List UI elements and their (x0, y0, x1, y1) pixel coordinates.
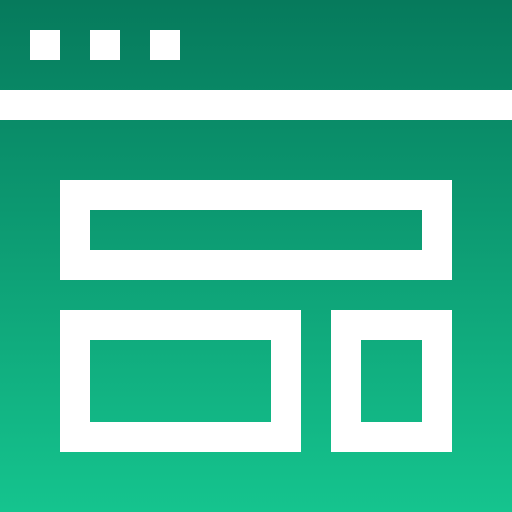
window-dot-icon (150, 30, 180, 60)
window-dot-icon (30, 30, 60, 60)
window-dot-icon (90, 30, 120, 60)
window-controls (30, 30, 180, 60)
web-layout-icon-svg (0, 0, 512, 512)
title-bar-divider (0, 90, 512, 120)
web-layout-icon (0, 0, 512, 512)
